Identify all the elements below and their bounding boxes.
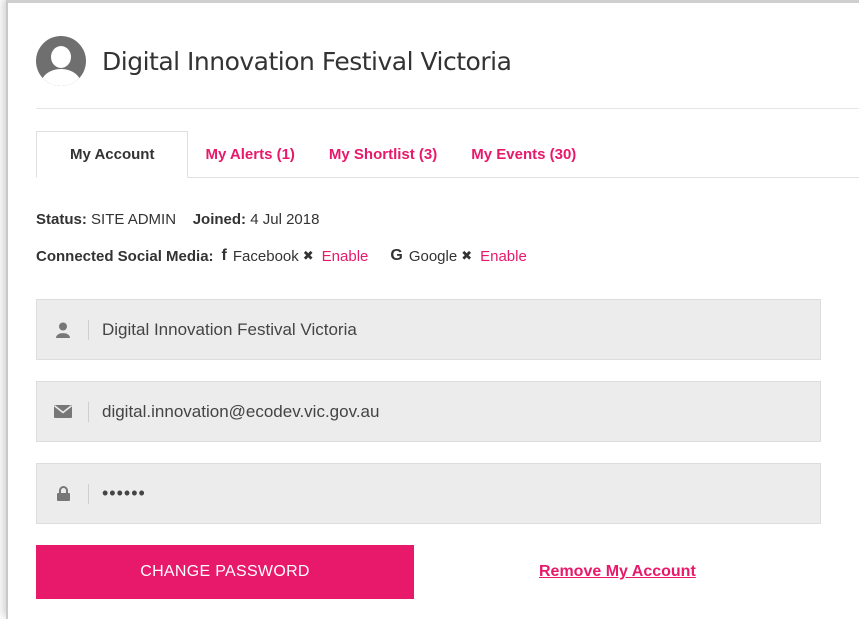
status-label: Status: (36, 211, 87, 228)
account-panel: Digital Innovation Festival Victoria My … (6, 0, 859, 619)
facebook-label: Facebook (232, 247, 299, 265)
envelope-icon (37, 382, 89, 441)
social-media-line: Connected Social Media: f Facebook ✖ Ena… (36, 247, 549, 265)
joined-value: 4 Jul 2018 (250, 211, 320, 228)
remove-account-link[interactable]: Remove My Account (539, 563, 696, 581)
change-password-button[interactable]: CHANGE PASSWORD (36, 545, 414, 599)
google-remove-icon[interactable]: ✖ (461, 248, 472, 264)
status-line: Status: SITE ADMIN Joined: 4 Jul 2018 (36, 211, 319, 228)
google-enable-link[interactable]: Enable (480, 248, 527, 265)
profile-title: Digital Innovation Festival Victoria (102, 46, 512, 76)
email-field (36, 381, 821, 442)
header-divider (36, 108, 859, 109)
google-label: Google (408, 247, 458, 265)
email-input[interactable] (89, 400, 804, 423)
user-icon (37, 300, 89, 359)
password-input[interactable] (89, 482, 804, 505)
tab-my-shortlist[interactable]: My Shortlist (3) (312, 131, 454, 177)
google-icon: G (390, 247, 403, 264)
account-tabs: My Account My Alerts (1) My Shortlist (3… (36, 131, 859, 178)
name-input[interactable] (89, 318, 804, 341)
tab-my-alerts[interactable]: My Alerts (1) (188, 131, 311, 177)
lock-icon (37, 464, 89, 523)
status-value: SITE ADMIN (91, 211, 177, 228)
social-label: Connected Social Media: (36, 247, 214, 265)
joined-label: Joined: (192, 211, 247, 228)
profile-header: Digital Innovation Festival Victoria (36, 29, 859, 93)
facebook-remove-icon[interactable]: ✖ (303, 248, 314, 264)
tab-my-account[interactable]: My Account (36, 131, 189, 178)
tab-my-events[interactable]: My Events (30) (454, 131, 593, 177)
name-field (36, 299, 821, 360)
facebook-enable-link[interactable]: Enable (322, 248, 369, 265)
password-field (36, 463, 821, 524)
avatar-icon (36, 36, 86, 86)
facebook-icon: f (221, 247, 227, 264)
